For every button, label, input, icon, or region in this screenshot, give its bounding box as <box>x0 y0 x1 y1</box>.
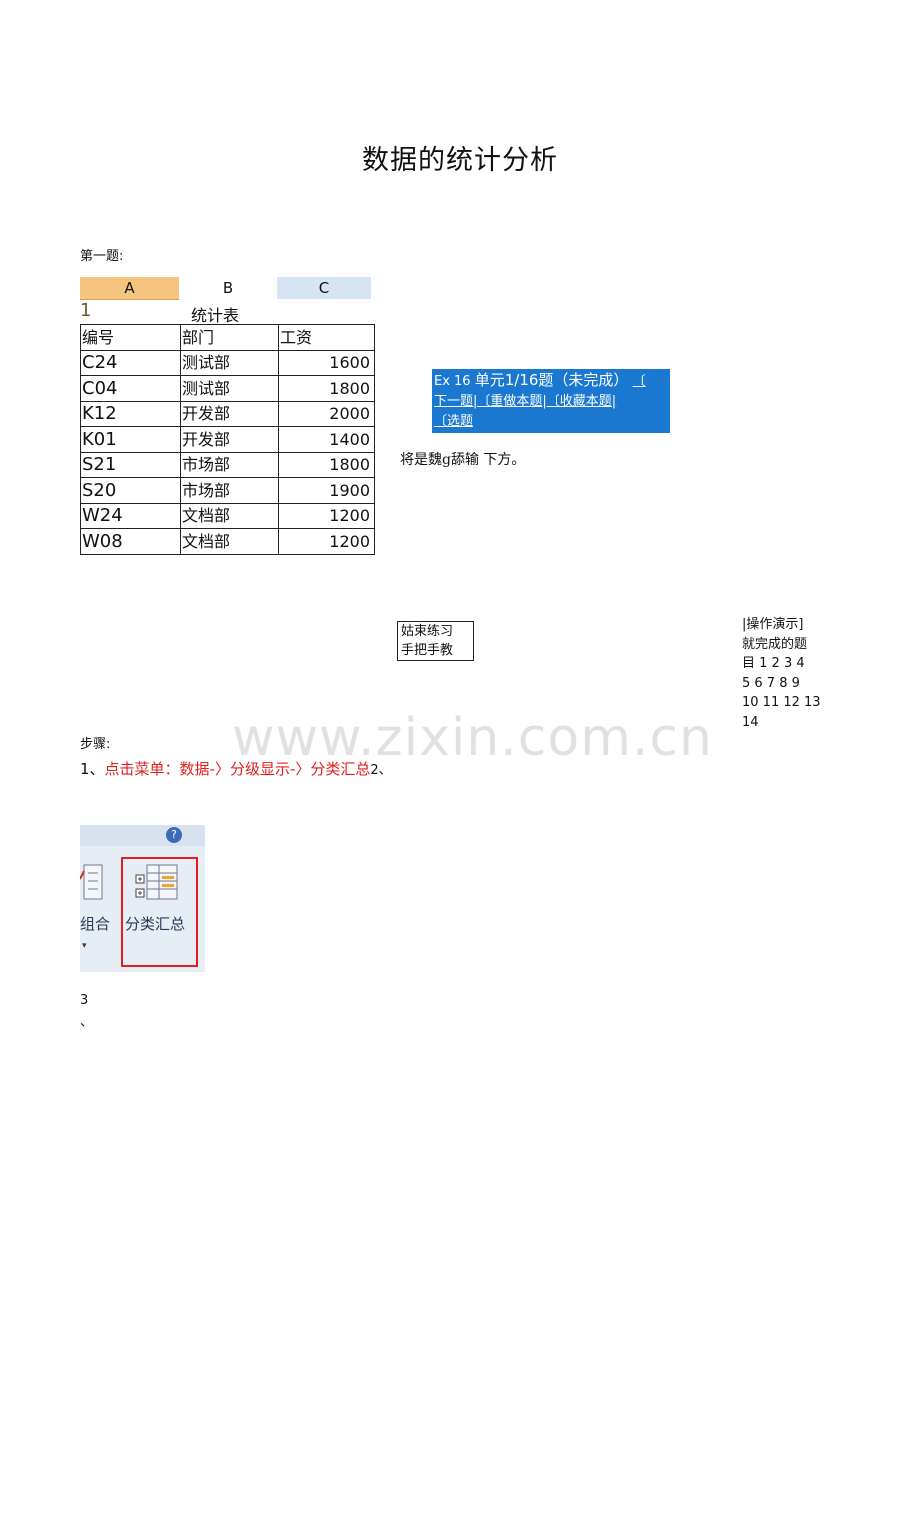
cell-salary: 1400 <box>278 426 375 453</box>
nav-note: 将是魏g舔输 下方。 <box>400 452 526 468</box>
table-row: C24 测试部 1600 <box>80 349 375 376</box>
cell-salary: 1900 <box>278 477 375 504</box>
group-button-label[interactable]: 组合 <box>80 913 110 934</box>
subtotal-highlight-box <box>121 857 198 967</box>
header-salary: 工资 <box>278 324 375 351</box>
cell-id: K12 <box>80 400 181 427</box>
cell-id: C04 <box>80 375 181 402</box>
demo-link[interactable]: |操作演示] <box>742 615 842 635</box>
tutorial-label: 手把手教 <box>401 643 454 658</box>
step-3-number: 3 <box>80 993 89 1008</box>
end-practice-label: 姑束练习 <box>401 624 454 639</box>
cell-dept: 测试部 <box>180 375 279 402</box>
question-numbers[interactable]: 14 <box>742 713 842 733</box>
question-numbers[interactable]: 5 6 7 8 9 <box>742 674 842 694</box>
page-title: 数据的统计分析 <box>362 145 558 176</box>
next-question-link[interactable]: 下一题| <box>434 394 477 409</box>
cell-dept: 文档部 <box>180 528 279 555</box>
cell-dept: 市场部 <box>180 451 279 478</box>
bracket-link[interactable]: 〔 <box>633 374 646 389</box>
steps-label: 步骤: <box>80 737 111 752</box>
cell-dept: 开发部 <box>180 400 279 427</box>
question-numbers[interactable]: 目 1 2 3 4 <box>742 654 842 674</box>
column-header-a: A <box>80 277 179 300</box>
cell-salary: 1200 <box>278 502 375 529</box>
cell-id: K01 <box>80 426 181 453</box>
header-dept: 部门 <box>180 324 279 351</box>
question-label: 第一题: <box>80 249 124 264</box>
cell-salary: 2000 <box>278 400 375 427</box>
step-1-number: 1、 <box>80 760 105 778</box>
select-question-link[interactable]: 〔选题 <box>434 414 473 429</box>
cell-dept: 开发部 <box>180 426 279 453</box>
cell-id: W24 <box>80 502 181 529</box>
step-2-number: 2、 <box>370 763 392 778</box>
column-header-b: B <box>222 279 234 297</box>
cell-dept: 市场部 <box>180 477 279 504</box>
exercise-prefix: Ex 16 <box>434 374 471 389</box>
table-title: 统计表 <box>191 306 240 325</box>
step-3-mark: 、 <box>80 1015 94 1030</box>
question-numbers[interactable]: 10 11 12 13 <box>742 693 842 713</box>
cell-salary: 1600 <box>278 349 375 376</box>
help-icon: ? <box>166 827 182 843</box>
chevron-down-icon: ▾ <box>82 941 87 951</box>
cell-dept: 测试部 <box>180 349 279 376</box>
cell-dept: 文档部 <box>180 502 279 529</box>
salary-table: 编号 部门 工资 C24 测试部 1600 C04 测试部 1800 K12 开… <box>80 324 375 555</box>
header-id: 编号 <box>80 324 181 351</box>
table-row: S20 市场部 1900 <box>80 477 375 504</box>
exercise-nav-box: Ex 16 单元1/16题（未完成） 〔 下一题|〔重做本题|〔收藏本题| 〔选… <box>432 369 670 433</box>
row-number: 1 <box>80 300 92 321</box>
table-row: C04 测试部 1800 <box>80 375 375 402</box>
table-row: K12 开发部 2000 <box>80 400 375 427</box>
table-row: S21 市场部 1800 <box>80 451 375 478</box>
table-row: W08 文档部 1200 <box>80 528 375 555</box>
favorite-question-link[interactable]: 〔收藏本题| <box>547 394 616 409</box>
step-1: 1、点击菜单：数据-〉分级显示-〉分类汇总2、 <box>80 758 392 779</box>
table-header-row: 编号 部门 工资 <box>80 324 375 351</box>
cell-salary: 1800 <box>278 451 375 478</box>
end-practice-box[interactable]: 姑束练习 手把手教 <box>397 621 474 661</box>
table-row: W24 文档部 1200 <box>80 502 375 529</box>
completed-label: 就完成的题 <box>742 636 808 652</box>
demo-panel: |操作演示] 就完成的题 目 1 2 3 4 5 6 7 8 9 10 11 1… <box>742 615 842 732</box>
step-3: 3 、 <box>80 990 93 1034</box>
redo-question-link[interactable]: 〔重做本题| <box>477 394 546 409</box>
cell-id: C24 <box>80 349 181 376</box>
column-header-c: C <box>277 277 371 299</box>
cell-id: W08 <box>80 528 181 555</box>
cell-id: S20 <box>80 477 181 504</box>
ribbon-screenshot: ? 组合 分类汇总 ▾ <box>80 825 205 972</box>
exercise-title: 单元1/16题（未完成） <box>474 371 629 389</box>
step-1-text: 点击菜单：数据-〉分级显示-〉分类汇总 <box>104 760 371 778</box>
cell-salary: 1800 <box>278 375 375 402</box>
ribbon-top-bar <box>80 825 205 846</box>
table-row: K01 开发部 1400 <box>80 426 375 453</box>
cell-id: S21 <box>80 451 181 478</box>
cell-salary: 1200 <box>278 528 375 555</box>
group-icon <box>80 864 103 900</box>
